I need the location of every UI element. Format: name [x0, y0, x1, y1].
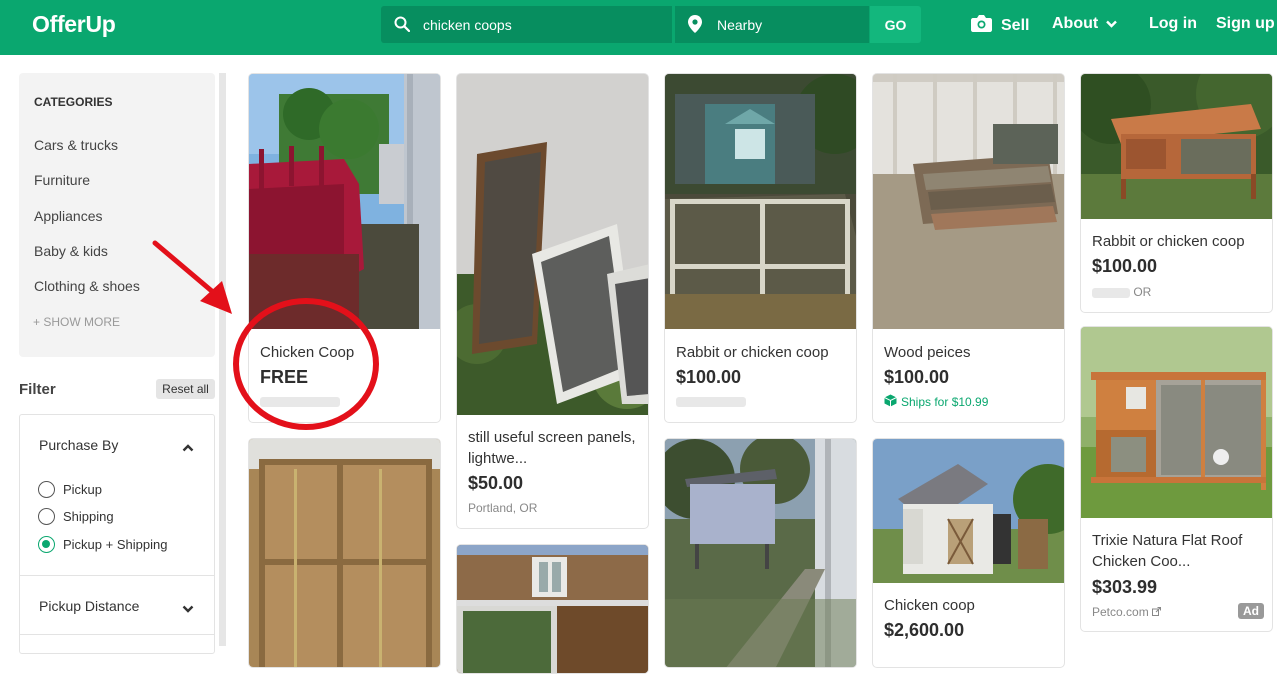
listing-location-blurred: [676, 396, 746, 410]
listing-card[interactable]: still useful screen panels, lightwe... $…: [456, 73, 649, 529]
about-label: About: [1052, 15, 1099, 32]
annotation-circle: [233, 298, 379, 430]
category-item-baby-kids[interactable]: Baby & kids: [34, 243, 108, 259]
search-icon: [394, 16, 411, 37]
listing-location: Portland, OR: [468, 501, 538, 515]
listing-photo[interactable]: [873, 74, 1064, 329]
chevron-down-icon: [1106, 15, 1118, 33]
about-menu[interactable]: About: [1052, 15, 1118, 33]
sell-button[interactable]: Sell: [971, 15, 1029, 37]
external-link-icon: [1152, 605, 1162, 619]
listing-price: $2,600.00: [884, 620, 965, 640]
listing-photo[interactable]: [665, 74, 856, 329]
shipping-info: Ships for $10.99: [884, 394, 988, 410]
show-more-link[interactable]: + SHOW MORE: [33, 315, 120, 329]
listing-photo[interactable]: [1081, 327, 1272, 518]
filter-heading: Filter: [19, 381, 56, 398]
filter-panel: Purchase By Pickup Shipping Pickup + Shi…: [19, 414, 215, 654]
top-nav-bar: OfferUp GO Sell About Log in Sign up: [0, 0, 1277, 55]
chevron-up-icon[interactable]: [182, 439, 194, 457]
location-box[interactable]: [675, 6, 869, 43]
listing-card[interactable]: [248, 438, 441, 668]
package-icon: [884, 394, 897, 410]
listing-title[interactable]: Chicken coop: [884, 595, 975, 616]
category-item-furniture[interactable]: Furniture: [34, 172, 90, 188]
listing-photo[interactable]: [457, 545, 648, 673]
shipping-label: Ships for $10.99: [901, 395, 989, 409]
radio-label: Pickup + Shipping: [63, 537, 168, 552]
listing-price: $303.99: [1092, 577, 1158, 597]
ad-badge: Ad: [1238, 603, 1264, 619]
listing-price: $100.00: [676, 367, 742, 387]
pickup-distance-title[interactable]: Pickup Distance: [39, 598, 139, 614]
seller-link[interactable]: Petco.com: [1092, 605, 1162, 619]
annotation-arrow-icon: [152, 240, 232, 314]
listing-card[interactable]: [664, 438, 857, 668]
category-item-clothing-shoes[interactable]: Clothing & shoes: [34, 278, 140, 294]
location-pin-icon: [688, 15, 702, 38]
listing-photo[interactable]: [457, 74, 648, 415]
listing-price: $100.00: [884, 367, 950, 387]
listing-title[interactable]: still useful screen panels, lightwe...: [468, 427, 638, 469]
category-item-appliances[interactable]: Appliances: [34, 208, 103, 224]
listing-card[interactable]: [456, 544, 649, 674]
radio-button[interactable]: [38, 481, 55, 498]
radio-pickup[interactable]: Pickup: [38, 481, 102, 498]
listing-price: $50.00: [468, 473, 524, 493]
location-input[interactable]: [717, 6, 857, 43]
signup-link[interactable]: Sign up: [1216, 15, 1275, 33]
listing-location: OR: [1092, 285, 1151, 299]
listing-card[interactable]: Rabbit or chicken coop $100.00: [664, 73, 857, 423]
listing-price: $100.00: [1092, 256, 1158, 276]
offerup-logo[interactable]: OfferUp: [32, 11, 116, 38]
listing-title[interactable]: Trixie Natura Flat Roof Chicken Coo...: [1092, 530, 1267, 572]
listing-photo[interactable]: [249, 439, 440, 667]
seller-label: Petco.com: [1092, 605, 1149, 619]
purchase-by-title[interactable]: Purchase By: [39, 437, 118, 453]
search-input[interactable]: [423, 6, 663, 43]
listing-title[interactable]: Wood peices: [884, 342, 970, 363]
listing-card[interactable]: Rabbit or chicken coop $100.00 OR: [1080, 73, 1273, 313]
listing-photo[interactable]: [1081, 74, 1272, 219]
listing-location-text: OR: [1133, 285, 1152, 299]
listing-card[interactable]: Chicken coop $2,600.00: [872, 438, 1065, 668]
reset-all-button[interactable]: Reset all: [156, 379, 215, 399]
camera-icon: [971, 15, 992, 37]
categories-title: CATEGORIES: [34, 95, 113, 109]
listing-photo[interactable]: [665, 439, 856, 667]
divider: [20, 575, 214, 576]
listing-photo[interactable]: [873, 439, 1064, 583]
sell-label: Sell: [1001, 17, 1030, 34]
search-box[interactable]: [381, 6, 672, 43]
divider: [20, 634, 214, 635]
sponsored-listing-card[interactable]: Trixie Natura Flat Roof Chicken Coo... $…: [1080, 326, 1273, 632]
go-button[interactable]: GO: [870, 6, 921, 43]
listing-title[interactable]: Rabbit or chicken coop: [676, 342, 829, 363]
sidebar-scrollbar[interactable]: [219, 73, 226, 646]
radio-button[interactable]: [38, 508, 55, 525]
radio-shipping[interactable]: Shipping: [38, 508, 114, 525]
radio-label: Pickup: [63, 482, 103, 497]
listing-photo[interactable]: [249, 74, 440, 329]
radio-label: Shipping: [63, 509, 114, 524]
listing-card[interactable]: Wood peices $100.00 Ships for $10.99: [872, 73, 1065, 423]
chevron-down-icon[interactable]: [182, 600, 194, 618]
login-link[interactable]: Log in: [1149, 15, 1197, 33]
category-item-cars-trucks[interactable]: Cars & trucks: [34, 137, 118, 153]
listing-title[interactable]: Rabbit or chicken coop: [1092, 231, 1245, 252]
radio-pickup-shipping[interactable]: Pickup + Shipping: [38, 536, 167, 553]
radio-button-selected[interactable]: [38, 536, 55, 553]
